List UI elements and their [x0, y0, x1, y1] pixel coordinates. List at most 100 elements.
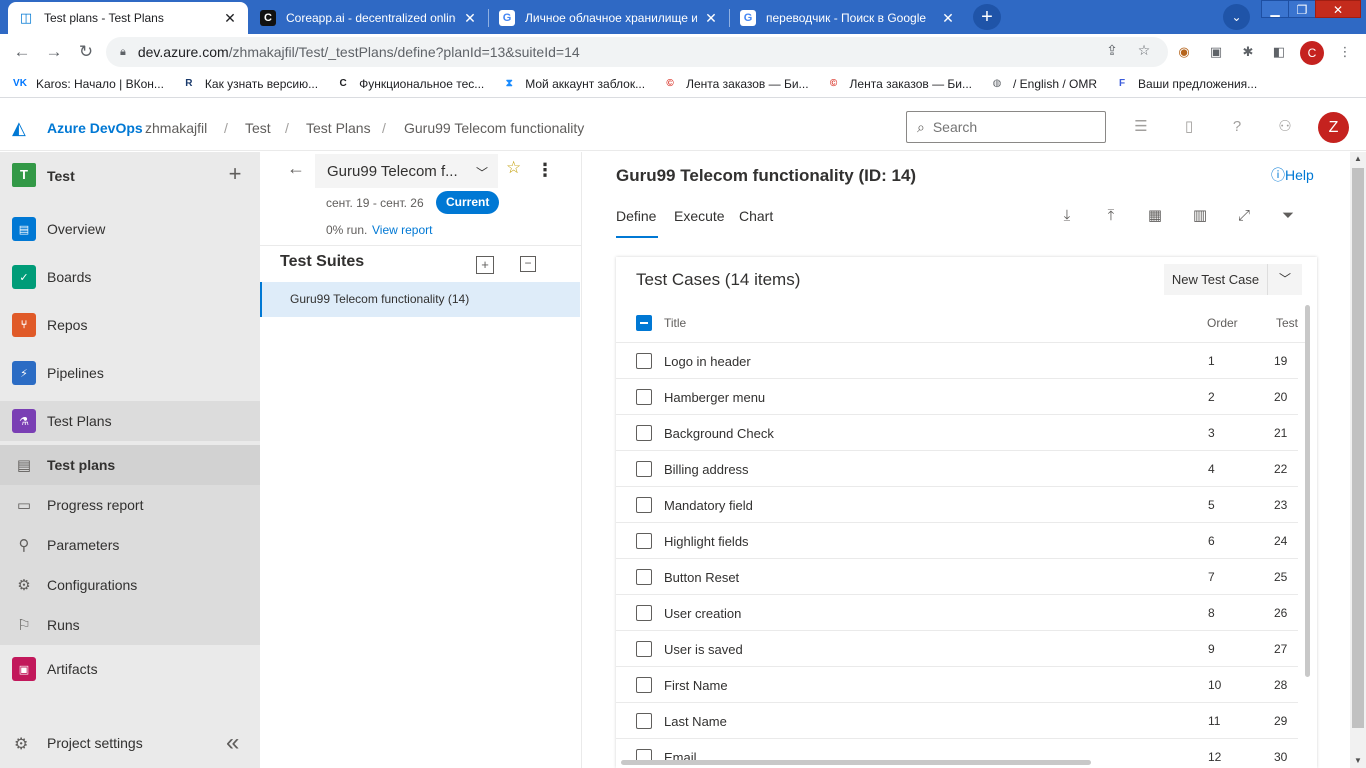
nav-subitem-runs[interactable]: ⚐ Runs	[0, 605, 260, 645]
close-tab-icon[interactable]: ✕	[940, 10, 956, 27]
column-header-title[interactable]: Title	[664, 316, 686, 330]
help-question-icon[interactable]: ?	[1227, 117, 1247, 137]
select-all-checkbox[interactable]	[636, 315, 652, 331]
row-checkbox[interactable]	[636, 389, 652, 405]
column-header-order[interactable]: Order	[1207, 316, 1238, 330]
table-row[interactable]: User is saved 9 27	[616, 631, 1298, 667]
new-tab-button[interactable]: +	[973, 4, 1001, 30]
row-checkbox[interactable]	[636, 497, 652, 513]
table-row[interactable]: Mandatory field 5 23	[616, 487, 1298, 523]
test-case-title[interactable]: Mandatory field	[664, 498, 753, 513]
favorite-star-icon[interactable]: ☆	[506, 158, 521, 178]
bookmark-item[interactable]: © Лента заказов — Би...	[826, 76, 972, 92]
test-case-title[interactable]: User is saved	[664, 642, 743, 657]
test-case-title[interactable]: Logo in header	[664, 354, 751, 369]
work-items-list-icon[interactable]: ☰	[1131, 117, 1151, 137]
table-row[interactable]: Last Name 11 29	[616, 703, 1298, 739]
nav-item-overview[interactable]: ▤ Overview	[0, 209, 260, 249]
bookmark-item[interactable]: VK Karos: Начало | ВКон...	[12, 76, 164, 92]
add-icon[interactable]: +	[225, 162, 245, 186]
test-case-title[interactable]: User creation	[664, 606, 741, 621]
forward-arrow-icon[interactable]: →	[42, 40, 66, 64]
grid-view-icon[interactable]: ▦	[1145, 206, 1165, 226]
test-case-title[interactable]: Hamberger menu	[664, 390, 765, 405]
brand-name[interactable]: Azure DevOps	[47, 120, 143, 136]
plan-picker-dropdown[interactable]: Guru99 Telecom f... ﹀	[315, 154, 498, 188]
table-row[interactable]: User creation 8 26	[616, 595, 1298, 631]
browser-tab-cloud-storage[interactable]: G Личное облачное хранилище и пл ✕	[489, 2, 729, 34]
import-upload-icon[interactable]: ⤒	[1101, 206, 1121, 226]
test-case-title[interactable]: Billing address	[664, 462, 749, 477]
tab-search-chevron-icon[interactable]: ⌄	[1223, 4, 1250, 30]
help-link[interactable]: ⓘHelp	[1271, 165, 1314, 185]
breadcrumb-organization[interactable]: zhmakajfil	[145, 120, 207, 136]
nav-item-pipelines[interactable]: ⚡ Pipelines	[0, 353, 260, 393]
column-header-test[interactable]: Test	[1276, 316, 1298, 330]
row-checkbox[interactable]	[636, 461, 652, 477]
table-row[interactable]: Hamberger menu 2 20	[616, 379, 1298, 415]
bookmark-item[interactable]: F Ваши предложения...	[1114, 76, 1257, 92]
test-case-title[interactable]: Highlight fields	[664, 534, 749, 549]
nav-subitem-progress-report[interactable]: ▭ Progress report	[0, 485, 260, 525]
scroll-up-icon[interactable]: ▲	[1350, 152, 1366, 166]
browser-tab-coreapp[interactable]: C Coreapp.ai - decentralized online ec ✕	[250, 2, 488, 34]
column-options-icon[interactable]: ▥	[1190, 206, 1210, 226]
project-settings-item[interactable]: ⚙ Project settings «	[0, 726, 260, 760]
test-case-title[interactable]: First Name	[664, 678, 728, 693]
table-row[interactable]: First Name 10 28	[616, 667, 1298, 703]
browser-menu-icon[interactable]: ⋮	[1336, 43, 1354, 61]
collapse-nav-icon[interactable]: «	[226, 729, 239, 757]
project-name[interactable]: Test	[47, 168, 75, 184]
collapse-all-icon[interactable]: −	[520, 256, 536, 272]
chevron-down-icon[interactable]: ﹀	[1268, 264, 1302, 295]
horizontal-scrollbar[interactable]	[621, 760, 1091, 765]
close-tab-icon[interactable]: ✕	[703, 10, 719, 27]
row-checkbox[interactable]	[636, 569, 652, 585]
table-row[interactable]: Billing address 4 22	[616, 451, 1298, 487]
search-box[interactable]: ⌕	[906, 111, 1106, 143]
back-arrow-icon[interactable]: ←	[10, 40, 34, 64]
bookmark-star-icon[interactable]: ☆	[1134, 40, 1154, 60]
breadcrumb-test-plans[interactable]: Test Plans	[306, 120, 371, 136]
close-tab-icon[interactable]: ✕	[462, 10, 478, 27]
table-row[interactable]: Logo in header 1 19	[616, 343, 1298, 379]
nav-item-artifacts[interactable]: ▣ Artifacts	[0, 649, 260, 689]
maximize-window-icon[interactable]: ❐	[1288, 0, 1316, 18]
address-bar[interactable]: 🔒︎ dev.azure.com /zhmakajfil/Test/_testP…	[106, 37, 1168, 67]
suite-item[interactable]: Guru99 Telecom functionality (14)	[260, 282, 580, 317]
nav-subitem-test-plans[interactable]: ▤ Test plans	[0, 445, 260, 485]
bookmark-item[interactable]: ⧗ Мой аккаунт заблок...	[501, 76, 645, 92]
minimize-window-icon[interactable]: ▁	[1261, 0, 1289, 18]
project-badge[interactable]: T	[12, 163, 36, 187]
more-options-icon[interactable]: ⋮	[536, 161, 554, 179]
close-window-icon[interactable]: ✕	[1315, 0, 1361, 18]
browser-profile-avatar[interactable]: C	[1300, 41, 1324, 65]
breadcrumb-plan[interactable]: Guru99 Telecom functionality	[404, 120, 584, 136]
puzzle-icon[interactable]: ✱	[1239, 43, 1257, 61]
page-scrollbar[interactable]: ▲ ▼	[1350, 152, 1366, 768]
tab-execute[interactable]: Execute	[674, 208, 725, 224]
table-row[interactable]: Highlight fields 6 24	[616, 523, 1298, 559]
table-row[interactable]: Background Check 3 21	[616, 415, 1298, 451]
back-arrow-icon[interactable]: ←	[287, 158, 305, 179]
scroll-down-icon[interactable]: ▼	[1350, 754, 1366, 768]
browser-tab-test-plans[interactable]: ◫ Test plans - Test Plans ✕	[8, 2, 248, 34]
test-case-title[interactable]: Background Check	[664, 426, 774, 441]
row-checkbox[interactable]	[636, 425, 652, 441]
row-checkbox[interactable]	[636, 641, 652, 657]
search-input[interactable]	[932, 119, 1083, 135]
row-checkbox[interactable]	[636, 677, 652, 693]
row-checkbox[interactable]	[636, 713, 652, 729]
bookmark-item[interactable]: © Лента заказов — Би...	[662, 76, 808, 92]
export-download-icon[interactable]: ⤓	[1057, 206, 1077, 226]
filter-icon[interactable]: ⏷	[1278, 206, 1298, 226]
nav-item-test-plans[interactable]: ⚗ Test Plans	[0, 401, 260, 441]
nav-subitem-parameters[interactable]: ⚲ Parameters	[0, 525, 260, 565]
share-icon[interactable]: ⇪	[1102, 40, 1122, 60]
user-avatar[interactable]: Z	[1318, 112, 1349, 143]
table-scrollbar[interactable]	[1305, 305, 1310, 677]
bookmark-item[interactable]: ◍ / English / OMR	[989, 76, 1097, 92]
close-tab-icon[interactable]: ✕	[222, 10, 238, 27]
nav-item-boards[interactable]: ✓ Boards	[0, 257, 260, 297]
media-icon[interactable]: ▣	[1207, 43, 1225, 61]
